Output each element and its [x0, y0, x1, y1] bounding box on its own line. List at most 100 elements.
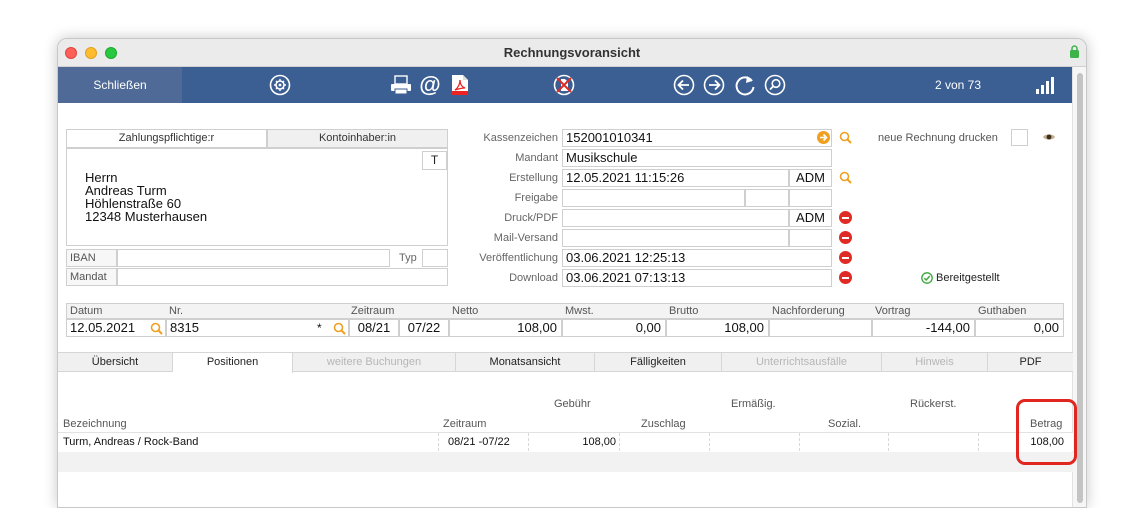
arrow-right-icon[interactable]	[702, 73, 726, 97]
eye-icon[interactable]	[1042, 132, 1056, 142]
col-netto: Netto	[452, 305, 479, 317]
col-brutto: Brutto	[669, 305, 699, 317]
kassenzeichen-label: Kassenzeichen	[483, 132, 558, 144]
table-row[interactable]	[58, 452, 1073, 472]
mandat-label: Mandat	[70, 271, 107, 283]
iban-input[interactable]	[117, 249, 390, 267]
tab-pdf[interactable]: PDF	[988, 353, 1073, 372]
highlight-box	[1016, 399, 1077, 465]
druck-label: Druck/PDF	[504, 212, 558, 224]
mandant-field[interactable]: Musikschule	[562, 149, 832, 167]
brutto-field[interactable]: 108,00	[666, 319, 769, 337]
toolbar: Schließen @ 2 von 73	[58, 67, 1073, 103]
col-datum: Datum	[70, 305, 103, 317]
mandant-label: Mandant	[515, 152, 558, 164]
erstellung-label: Erstellung	[509, 172, 558, 184]
freigabe-field-2[interactable]	[745, 189, 789, 207]
page-counter: 2 von 73	[934, 78, 982, 92]
col-zeitraum: Zeitraum	[351, 305, 395, 317]
divider	[978, 433, 979, 451]
col-pos-zeitraum: Zeitraum	[443, 418, 487, 430]
col-rueckerst: Rückerst.	[910, 398, 957, 410]
divider	[528, 433, 529, 451]
check-circle-icon	[921, 272, 933, 284]
druck-field[interactable]	[562, 209, 789, 227]
tab-kontoinhaber[interactable]: Kontoinhaber:in	[267, 129, 448, 148]
col-guthaben: Guthaben	[978, 305, 1027, 317]
tab-zahlungspflichtige[interactable]: Zahlungspflichtige:r	[66, 129, 267, 148]
tab-bar: Übersicht Positionen weitere Buchungen M…	[58, 352, 1073, 373]
col-vortrag: Vortrag	[875, 305, 911, 317]
search-icon[interactable]	[839, 171, 852, 184]
veroeffentlichung-label: Veröffentlichung	[479, 252, 558, 264]
tab-monatsansicht[interactable]: Monatsansicht	[456, 353, 595, 372]
kassenzeichen-field[interactable]: 152001010341	[562, 129, 832, 147]
status-text: Bereitgestellt	[936, 272, 1000, 284]
remove-icon[interactable]	[839, 211, 852, 224]
address-text: Herrn Andreas Turm Höhlenstraße 60 12348…	[85, 171, 207, 223]
remove-icon[interactable]	[839, 251, 852, 264]
remove-icon[interactable]	[839, 271, 852, 284]
divider	[799, 433, 800, 451]
title-bar: Rechnungsvoransicht	[58, 39, 1086, 67]
download-label: Download	[509, 272, 558, 284]
tab-hinweis[interactable]: Hinweis	[882, 353, 988, 372]
tab-weitere-buchungen[interactable]: weitere Buchungen	[293, 353, 456, 372]
search-icon[interactable]	[839, 131, 852, 144]
freigabe-user[interactable]	[789, 189, 832, 207]
erstellung-field[interactable]: 12.05.2021 11:15:26	[562, 169, 789, 187]
row-zeitraum: 08/21 -07/22	[448, 436, 510, 448]
druck-user[interactable]: ADM	[789, 209, 832, 227]
vortrag-field[interactable]: -144,00	[872, 319, 975, 337]
email-icon[interactable]: @	[418, 72, 442, 97]
signal-bars-icon[interactable]	[1034, 73, 1056, 97]
typ-input[interactable]	[422, 249, 448, 267]
freigabe-label: Freigabe	[514, 192, 558, 204]
tab-unterrichtsausfaelle[interactable]: Unterrichtsausfälle	[722, 353, 882, 372]
col-zuschlag: Zuschlag	[641, 418, 686, 430]
mandat-input[interactable]	[117, 268, 448, 286]
arrow-right-icon[interactable]	[817, 131, 830, 144]
table-row[interactable]: Turm, Andreas / Rock-Band 08/21 -07/22 1…	[58, 433, 1073, 451]
guthaben-field[interactable]: 0,00	[975, 319, 1064, 337]
close-button[interactable]: Schließen	[58, 67, 182, 103]
neue-rechnung-checkbox[interactable]	[1011, 129, 1028, 146]
search-icon[interactable]	[333, 322, 346, 335]
zeitraum-von[interactable]: 08/21	[349, 319, 399, 337]
cancel-invoice-icon[interactable]	[552, 73, 576, 97]
download-field[interactable]: 03.06.2021 07:13:13	[562, 269, 832, 287]
divider	[438, 433, 439, 451]
veroeffentlichung-field[interactable]: 03.06.2021 12:25:13	[562, 249, 832, 267]
col-nachforderung: Nachforderung	[772, 305, 845, 317]
row-bezeichnung: Turm, Andreas / Rock-Band	[63, 436, 199, 448]
freigabe-field[interactable]	[562, 189, 745, 207]
row-gebuehr: 108,00	[582, 436, 616, 448]
col-bezeichnung: Bezeichnung	[63, 418, 127, 430]
divider	[888, 433, 889, 451]
invoice-preview-window: Rechnungsvoransicht Schließen @ 2 von 73…	[57, 38, 1087, 508]
netto-field[interactable]: 108,00	[449, 319, 562, 337]
tab-faelligkeiten[interactable]: Fälligkeiten	[595, 353, 722, 372]
remove-icon[interactable]	[839, 231, 852, 244]
mwst-field[interactable]: 0,00	[562, 319, 666, 337]
tab-uebersicht[interactable]: Übersicht	[58, 353, 173, 372]
zeitraum-bis[interactable]: 07/22	[399, 319, 449, 337]
neue-rechnung-label: neue Rechnung drucken	[878, 132, 998, 144]
divider	[619, 433, 620, 451]
t-button[interactable]: T	[422, 151, 447, 170]
search-icon[interactable]	[150, 322, 163, 335]
search-icon[interactable]	[763, 73, 787, 97]
arrow-left-icon[interactable]	[672, 73, 696, 97]
mail-field[interactable]	[562, 229, 789, 247]
refresh-icon[interactable]	[732, 73, 758, 97]
col-mwst: Mwst.	[565, 305, 594, 317]
mail-user[interactable]	[789, 229, 832, 247]
col-nr: Nr.	[169, 305, 184, 317]
nachforderung-field[interactable]	[769, 319, 872, 337]
settings-icon[interactable]	[268, 73, 292, 97]
pdf-icon[interactable]	[450, 73, 470, 97]
printer-icon[interactable]	[390, 73, 412, 97]
erstellung-user[interactable]: ADM	[789, 169, 832, 187]
address-line: 12348 Musterhausen	[85, 209, 208, 224]
tab-positionen[interactable]: Positionen	[173, 353, 293, 373]
